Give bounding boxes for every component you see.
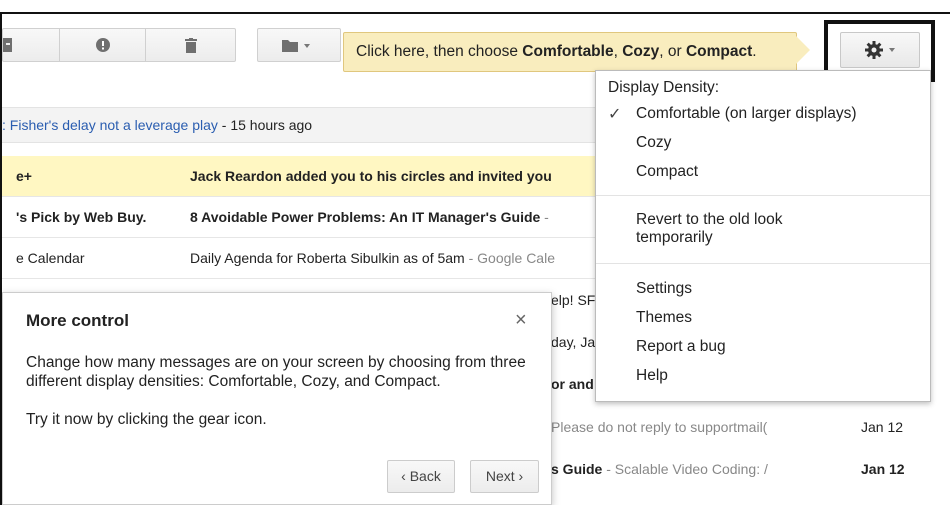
row-snippet: - Scalable Video Coding: / xyxy=(602,461,768,477)
row-snippet: day, Ja xyxy=(551,334,596,350)
row-subject: Daily Agenda for Roberta Sibulkin as of … xyxy=(190,250,465,266)
table-row[interactable]: s Guide - Scalable Video Coding: / Jan 1… xyxy=(551,449,931,489)
chevron-down-icon xyxy=(889,48,895,52)
density-header: Display Density: xyxy=(608,79,720,96)
next-button[interactable]: Next › xyxy=(470,460,539,493)
row-sender: 's Pick by Web Buy. xyxy=(16,209,147,225)
hint-separator: , xyxy=(613,43,623,60)
web-clip-time: - 15 hours ago xyxy=(217,117,313,133)
menu-item-compact[interactable]: Compact xyxy=(636,163,698,181)
row-sender: e Calendar xyxy=(16,250,85,266)
row-snippet: - Google Cale xyxy=(464,250,555,266)
menu-item-settings[interactable]: Settings xyxy=(636,280,692,298)
web-clip-link[interactable]: : Fisher's delay not a leverage play xyxy=(2,117,218,133)
row-subject: or and xyxy=(551,376,594,392)
row-sender: e+ xyxy=(16,168,32,184)
delete-button[interactable] xyxy=(145,29,235,61)
move-to-button[interactable] xyxy=(257,28,341,62)
row-subject: 8 Avoidable Power Problems: An IT Manage… xyxy=(190,209,541,225)
hint-option-compact: Compact xyxy=(685,43,753,60)
menu-divider xyxy=(596,263,930,264)
menu-divider xyxy=(596,195,930,196)
hint-option-cozy: Cozy xyxy=(622,43,660,60)
web-clip-row[interactable]: : Fisher's delay not a leverage play - 1… xyxy=(2,107,602,143)
spam-icon xyxy=(96,38,110,52)
row-date: Jan 12 xyxy=(861,419,904,435)
table-row[interactable]: Please do not reply to supportmail( Jan … xyxy=(551,407,931,447)
row-snippet: elp! SF xyxy=(551,292,596,308)
menu-item-report-bug[interactable]: Report a bug xyxy=(636,338,726,356)
table-row[interactable]: e Calendar Daily Agenda for Roberta Sibu… xyxy=(2,238,612,279)
hint-option-comfortable: Comfortable xyxy=(522,43,614,60)
chevron-down-icon xyxy=(304,44,310,48)
menu-item-help[interactable]: Help xyxy=(636,367,668,385)
table-row[interactable]: 's Pick by Web Buy. 8 Avoidable Power Pr… xyxy=(2,197,612,238)
menu-item-comfortable[interactable]: Comfortable (on larger displays) xyxy=(636,105,857,123)
gear-icon xyxy=(865,41,883,59)
image-frame-top xyxy=(0,12,950,14)
archive-button[interactable] xyxy=(3,29,60,61)
hint-separator: , or xyxy=(659,43,686,60)
menu-item-themes[interactable]: Themes xyxy=(636,309,692,327)
card-title: More control xyxy=(26,311,129,330)
hint-suffix: . xyxy=(752,43,757,60)
action-button-group xyxy=(2,28,236,62)
table-row[interactable]: e+ Jack Reardon added you to his circles… xyxy=(2,156,612,197)
row-subject: Jack Reardon added you to his circles an… xyxy=(190,168,552,184)
revert-line-1: Revert to the old look xyxy=(636,211,783,228)
folder-icon xyxy=(282,40,298,52)
row-subject: s Guide xyxy=(551,461,603,477)
card-body: Change how many messages are on your scr… xyxy=(26,354,526,390)
row-snippet: Please do not reply to supportmail( xyxy=(551,419,768,435)
menu-item-cozy[interactable]: Cozy xyxy=(636,134,671,152)
back-button[interactable]: ‹ Back xyxy=(387,460,455,493)
settings-gear-button[interactable] xyxy=(840,32,920,68)
settings-menu: Display Density: ✓ Comfortable (on large… xyxy=(595,70,931,402)
report-spam-button[interactable] xyxy=(59,29,146,61)
row-date: Jan 12 xyxy=(861,461,905,477)
card-instruction: Try it now by clicking the gear icon. xyxy=(26,411,267,428)
density-hint-tooltip: Click here, then choose Comfortable, Coz… xyxy=(343,32,797,72)
row-snippet: - xyxy=(540,209,549,225)
revert-line-2: temporarily xyxy=(636,229,713,246)
hint-pointer xyxy=(796,36,810,64)
more-control-card: More control × Change how many messages … xyxy=(2,292,552,505)
archive-icon xyxy=(3,38,12,52)
menu-item-revert[interactable]: Revert to the old look temporarily xyxy=(636,211,782,247)
close-icon[interactable]: × xyxy=(515,309,527,332)
check-icon: ✓ xyxy=(608,106,622,123)
trash-icon xyxy=(185,38,197,53)
hint-text: Click here, then choose xyxy=(356,43,523,60)
